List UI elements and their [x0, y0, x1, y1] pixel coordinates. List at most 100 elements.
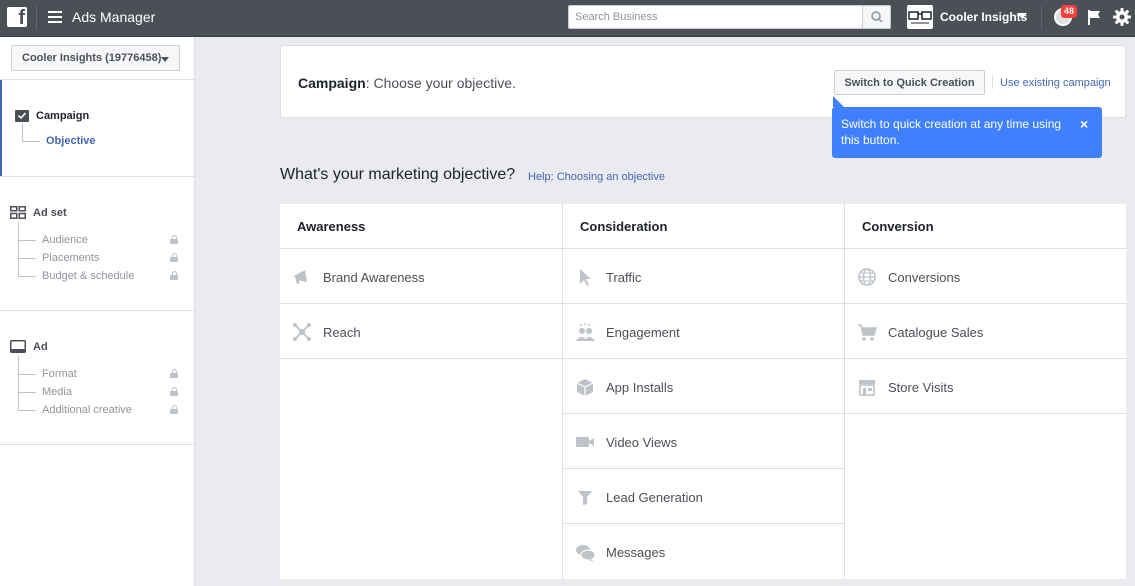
lock-icon: [170, 405, 178, 414]
tree-line: [18, 240, 36, 241]
facebook-logo-icon[interactable]: f: [7, 7, 27, 29]
objective-column-conversion: Conversion Conversions Catalogue Sales S…: [844, 204, 1127, 579]
tree-line: [18, 356, 19, 410]
divider: [0, 444, 195, 445]
account-selector-label: Cooler Insights (19776458): [22, 52, 162, 64]
column-heading-conversion: Conversion: [845, 204, 1127, 249]
objective-label: Engagement: [606, 325, 680, 340]
flag-icon[interactable]: [1086, 9, 1102, 25]
sidebar-section-ad[interactable]: Ad: [33, 341, 48, 353]
objective-column-consideration: Consideration Traffic Engagement App Ins…: [562, 204, 845, 579]
cursor-icon: [580, 269, 591, 286]
objective-label: App Installs: [606, 380, 674, 395]
chat-bubbles-icon: [576, 545, 596, 562]
switch-to-quick-creation-button[interactable]: Switch to Quick Creation: [834, 70, 985, 95]
page-title-bold: Campaign: [298, 75, 366, 91]
page-title-rest: : Choose your objective.: [365, 75, 516, 91]
sidebar-section-ad-set[interactable]: Ad set: [33, 207, 67, 219]
objective-lead-generation[interactable]: Lead Generation: [563, 469, 845, 524]
objective-brand-awareness[interactable]: Brand Awareness: [280, 249, 562, 304]
search-input[interactable]: [569, 6, 859, 28]
lock-icon: [170, 253, 178, 262]
help-choosing-objective-link[interactable]: Help: Choosing an objective: [528, 171, 665, 183]
chevron-down-icon[interactable]: [1017, 13, 1027, 19]
top-bar: f Ads Manager Cooler Insights 48: [0, 0, 1135, 37]
funnel-icon: [578, 491, 592, 505]
objective-label: Catalogue Sales: [888, 325, 984, 340]
sidebar-item-objective[interactable]: Objective: [46, 135, 96, 147]
lock-icon: [170, 271, 178, 280]
store-icon: [859, 380, 875, 396]
search-icon: [871, 11, 883, 23]
account-selector[interactable]: Cooler Insights (19776458): [11, 45, 180, 71]
tree-line: [18, 374, 36, 375]
sidebar-item-media: Media: [42, 386, 72, 398]
search-box: [568, 5, 891, 29]
video-camera-icon: [576, 437, 594, 447]
divider: [0, 310, 195, 311]
objective-engagement[interactable]: Engagement: [563, 304, 845, 359]
divider: [36, 6, 37, 30]
glasses-logo-icon: [908, 11, 932, 24]
account-name[interactable]: Cooler Insights: [940, 10, 1027, 24]
objective-store-visits[interactable]: Store Visits: [845, 359, 1127, 414]
objective-label: Lead Generation: [606, 490, 703, 505]
objective-conversions[interactable]: Conversions: [845, 249, 1127, 304]
engagement-icon: [576, 323, 595, 341]
shopping-cart-icon: [858, 324, 877, 341]
objective-label: Reach: [323, 325, 361, 340]
sidebar-item-placements: Placements: [42, 252, 100, 264]
page-title: Campaign: Choose your objective.: [298, 75, 516, 91]
tree-line: [18, 222, 19, 276]
sidebar-section-campaign[interactable]: Campaign: [36, 110, 89, 122]
sidebar-item-additional-creative: Additional creative: [42, 404, 132, 416]
app-title: Ads Manager: [72, 9, 156, 25]
objective-traffic[interactable]: Traffic: [563, 249, 845, 304]
tree-line: [18, 410, 36, 411]
use-existing-campaign-link[interactable]: Use existing campaign: [1000, 77, 1111, 89]
ad-set-icon: [10, 206, 26, 219]
lock-icon: [170, 235, 178, 244]
objective-label: Messages: [606, 545, 666, 560]
sidebar-item-audience: Audience: [42, 234, 88, 246]
lock-icon: [170, 387, 178, 396]
column-heading-consideration: Consideration: [563, 204, 845, 249]
divider: [992, 75, 993, 89]
objective-reach[interactable]: Reach: [280, 304, 562, 359]
objective-column-awareness: Awareness Brand Awareness Reach: [280, 204, 562, 579]
column-heading-awareness: Awareness: [280, 204, 562, 249]
lock-icon: [170, 369, 178, 378]
objective-grid: Awareness Brand Awareness Reach Consider…: [280, 204, 1127, 579]
objective-catalogue-sales[interactable]: Catalogue Sales: [845, 304, 1127, 359]
box-icon: [576, 379, 594, 396]
gear-icon[interactable]: [1113, 8, 1131, 26]
tooltip-arrow: [833, 96, 844, 107]
tree-line: [18, 258, 36, 259]
ad-icon: [10, 340, 26, 353]
objective-messages[interactable]: Messages: [563, 524, 845, 579]
objective-video-views[interactable]: Video Views: [563, 414, 845, 469]
objective-label: Conversions: [888, 270, 961, 285]
active-section-indicator: [0, 80, 2, 176]
notification-badge: 48: [1061, 5, 1078, 18]
objective-app-installs[interactable]: App Installs: [563, 359, 845, 414]
objective-label: Traffic: [606, 270, 642, 285]
tree-line: [18, 276, 36, 277]
objective-question: What's your marketing objective?: [280, 166, 516, 183]
divider: [1041, 6, 1042, 30]
tooltip-text: Switch to quick creation at any time usi…: [841, 117, 1062, 147]
objective-label: Video Views: [606, 435, 678, 450]
close-icon[interactable]: ×: [1080, 116, 1088, 132]
search-button[interactable]: [862, 6, 890, 28]
quick-creation-tooltip: Switch to quick creation at any time usi…: [832, 107, 1102, 158]
tree-line: [22, 141, 40, 142]
objective-label: Store Visits: [888, 380, 954, 395]
sidebar-item-budget-schedule: Budget & schedule: [42, 270, 135, 282]
reach-icon: [293, 323, 311, 341]
tree-line: [18, 392, 36, 393]
globe-icon: [858, 268, 876, 286]
chevron-down-icon: [161, 57, 169, 62]
menu-icon[interactable]: [48, 11, 62, 23]
account-avatar[interactable]: [907, 5, 933, 29]
divider: [0, 79, 195, 80]
